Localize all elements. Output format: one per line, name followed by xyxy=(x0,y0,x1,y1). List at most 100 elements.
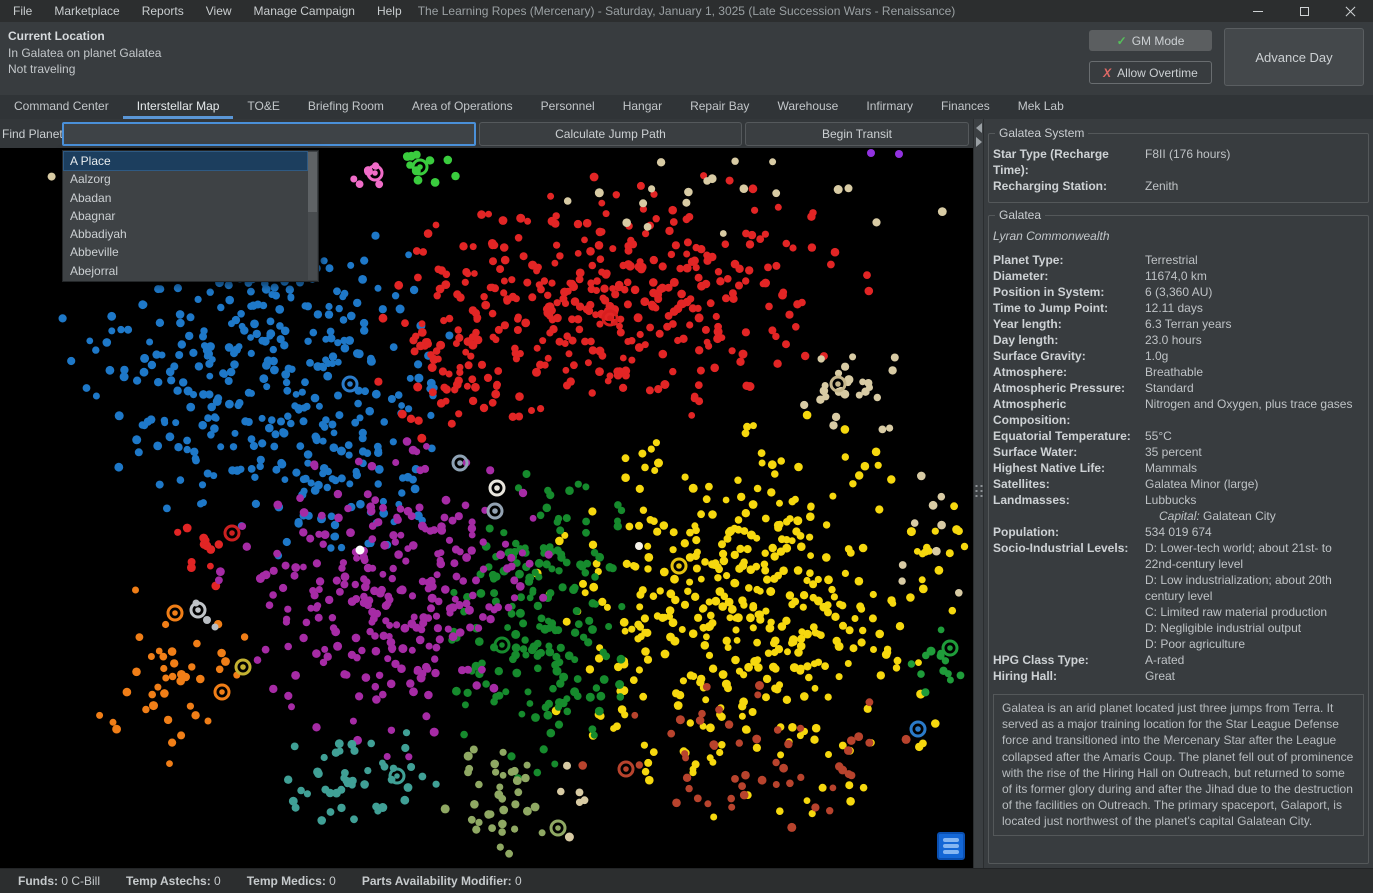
star-system-dot[interactable] xyxy=(538,615,546,623)
star-system-dot[interactable] xyxy=(378,586,386,594)
star-system-dot[interactable] xyxy=(136,633,144,641)
star-system-dot[interactable] xyxy=(754,691,761,698)
star-system-dot[interactable] xyxy=(133,377,141,385)
star-system-dot[interactable] xyxy=(341,344,350,353)
star-system-dot[interactable] xyxy=(248,390,255,397)
star-system-dot[interactable] xyxy=(456,369,463,376)
star-system-dot[interactable] xyxy=(764,264,772,272)
star-system-dot[interactable] xyxy=(579,580,587,588)
star-system-dot[interactable] xyxy=(556,679,564,687)
star-system-dot[interactable] xyxy=(247,303,254,310)
star-system-dot[interactable] xyxy=(732,626,739,633)
star-system-dot[interactable] xyxy=(532,368,541,377)
star-system-dot[interactable] xyxy=(530,642,539,651)
star-system-dot[interactable] xyxy=(855,471,863,479)
star-system-dot[interactable] xyxy=(117,326,124,333)
star-system-dot[interactable] xyxy=(738,702,746,710)
star-system-dot[interactable] xyxy=(392,459,399,466)
star-system-dot[interactable] xyxy=(437,557,444,564)
star-system-dot[interactable] xyxy=(595,707,604,716)
star-system-dot[interactable] xyxy=(772,333,779,340)
star-system-dot[interactable] xyxy=(722,240,730,248)
star-system-dot[interactable] xyxy=(335,411,343,419)
star-system-dot[interactable] xyxy=(546,543,553,550)
star-system-dot[interactable] xyxy=(469,532,476,539)
star-system-dot[interactable] xyxy=(839,622,847,630)
star-system-dot[interactable] xyxy=(496,550,505,559)
star-system-dot[interactable] xyxy=(329,352,337,360)
star-system-dot[interactable] xyxy=(734,477,741,484)
star-system-dot[interactable] xyxy=(709,665,717,673)
star-system-dot[interactable] xyxy=(114,463,123,472)
star-system-dot[interactable] xyxy=(176,319,185,328)
star-system-dot[interactable] xyxy=(877,671,885,679)
star-system-dot[interactable] xyxy=(565,486,574,495)
star-system-dot[interactable] xyxy=(895,150,903,158)
star-system-dot[interactable] xyxy=(760,281,767,288)
star-system-dot[interactable] xyxy=(567,377,575,385)
star-system-dot[interactable] xyxy=(397,664,406,673)
star-system-dot[interactable] xyxy=(338,474,346,482)
star-system-dot[interactable] xyxy=(539,829,546,836)
star-system-dot[interactable] xyxy=(565,833,574,842)
star-system-dot[interactable] xyxy=(688,412,695,419)
star-system-dot[interactable] xyxy=(585,617,593,625)
star-system-dot[interactable] xyxy=(728,804,735,811)
star-system-dot[interactable] xyxy=(337,804,345,812)
star-system-dot[interactable] xyxy=(772,759,779,766)
star-system-dot[interactable] xyxy=(413,624,421,632)
star-system-dot[interactable] xyxy=(286,286,294,294)
star-system-dot[interactable] xyxy=(782,340,790,348)
star-system-dot[interactable] xyxy=(156,481,164,489)
star-system-dot[interactable] xyxy=(311,463,318,470)
notable-system-core[interactable] xyxy=(676,563,682,569)
star-system-dot[interactable] xyxy=(751,207,758,214)
star-system-dot[interactable] xyxy=(168,647,177,656)
star-system-dot[interactable] xyxy=(489,310,497,318)
star-system-dot[interactable] xyxy=(488,824,496,832)
star-system-dot[interactable] xyxy=(204,470,212,478)
star-system-dot[interactable] xyxy=(424,665,431,672)
star-system-dot[interactable] xyxy=(773,685,781,693)
star-system-dot[interactable] xyxy=(585,359,592,366)
star-system-dot[interactable] xyxy=(677,290,686,299)
star-system-dot[interactable] xyxy=(288,703,295,710)
star-system-dot[interactable] xyxy=(426,643,433,650)
star-system-dot[interactable] xyxy=(512,540,520,548)
star-system-dot[interactable] xyxy=(702,326,710,334)
star-system-dot[interactable] xyxy=(618,603,625,610)
star-system-dot[interactable] xyxy=(511,651,520,660)
star-system-dot[interactable] xyxy=(865,739,873,747)
star-system-dot[interactable] xyxy=(300,508,309,517)
star-system-dot[interactable] xyxy=(556,526,564,534)
star-system-dot[interactable] xyxy=(783,240,791,248)
star-system-dot[interactable] xyxy=(403,729,410,736)
star-system-dot[interactable] xyxy=(644,656,652,664)
star-system-dot[interactable] xyxy=(525,688,532,695)
star-system-dot[interactable] xyxy=(233,345,241,353)
star-system-dot[interactable] xyxy=(828,586,835,593)
star-system-dot[interactable] xyxy=(718,602,727,611)
star-system-dot[interactable] xyxy=(237,310,245,318)
star-system-dot[interactable] xyxy=(322,416,330,424)
star-system-dot[interactable] xyxy=(540,544,548,552)
star-system-dot[interactable] xyxy=(284,643,292,651)
star-system-dot[interactable] xyxy=(534,665,542,673)
star-system-dot[interactable] xyxy=(468,524,476,532)
star-system-dot[interactable] xyxy=(617,693,625,701)
dropdown-item[interactable]: Abagnar xyxy=(64,207,307,225)
star-system-dot[interactable] xyxy=(753,639,761,647)
star-system-dot[interactable] xyxy=(283,379,290,386)
star-system-dot[interactable] xyxy=(777,457,785,465)
star-system-dot[interactable] xyxy=(500,289,507,296)
star-system-dot[interactable] xyxy=(451,172,459,180)
star-system-dot[interactable] xyxy=(547,193,554,200)
star-system-dot[interactable] xyxy=(714,323,722,331)
star-system-dot[interactable] xyxy=(929,501,938,510)
star-system-dot[interactable] xyxy=(372,683,380,691)
star-system-dot[interactable] xyxy=(320,659,327,666)
star-system-dot[interactable] xyxy=(276,322,284,330)
star-system-dot[interactable] xyxy=(556,252,563,259)
star-system-dot[interactable] xyxy=(534,602,542,610)
star-system-dot[interactable] xyxy=(216,567,225,576)
